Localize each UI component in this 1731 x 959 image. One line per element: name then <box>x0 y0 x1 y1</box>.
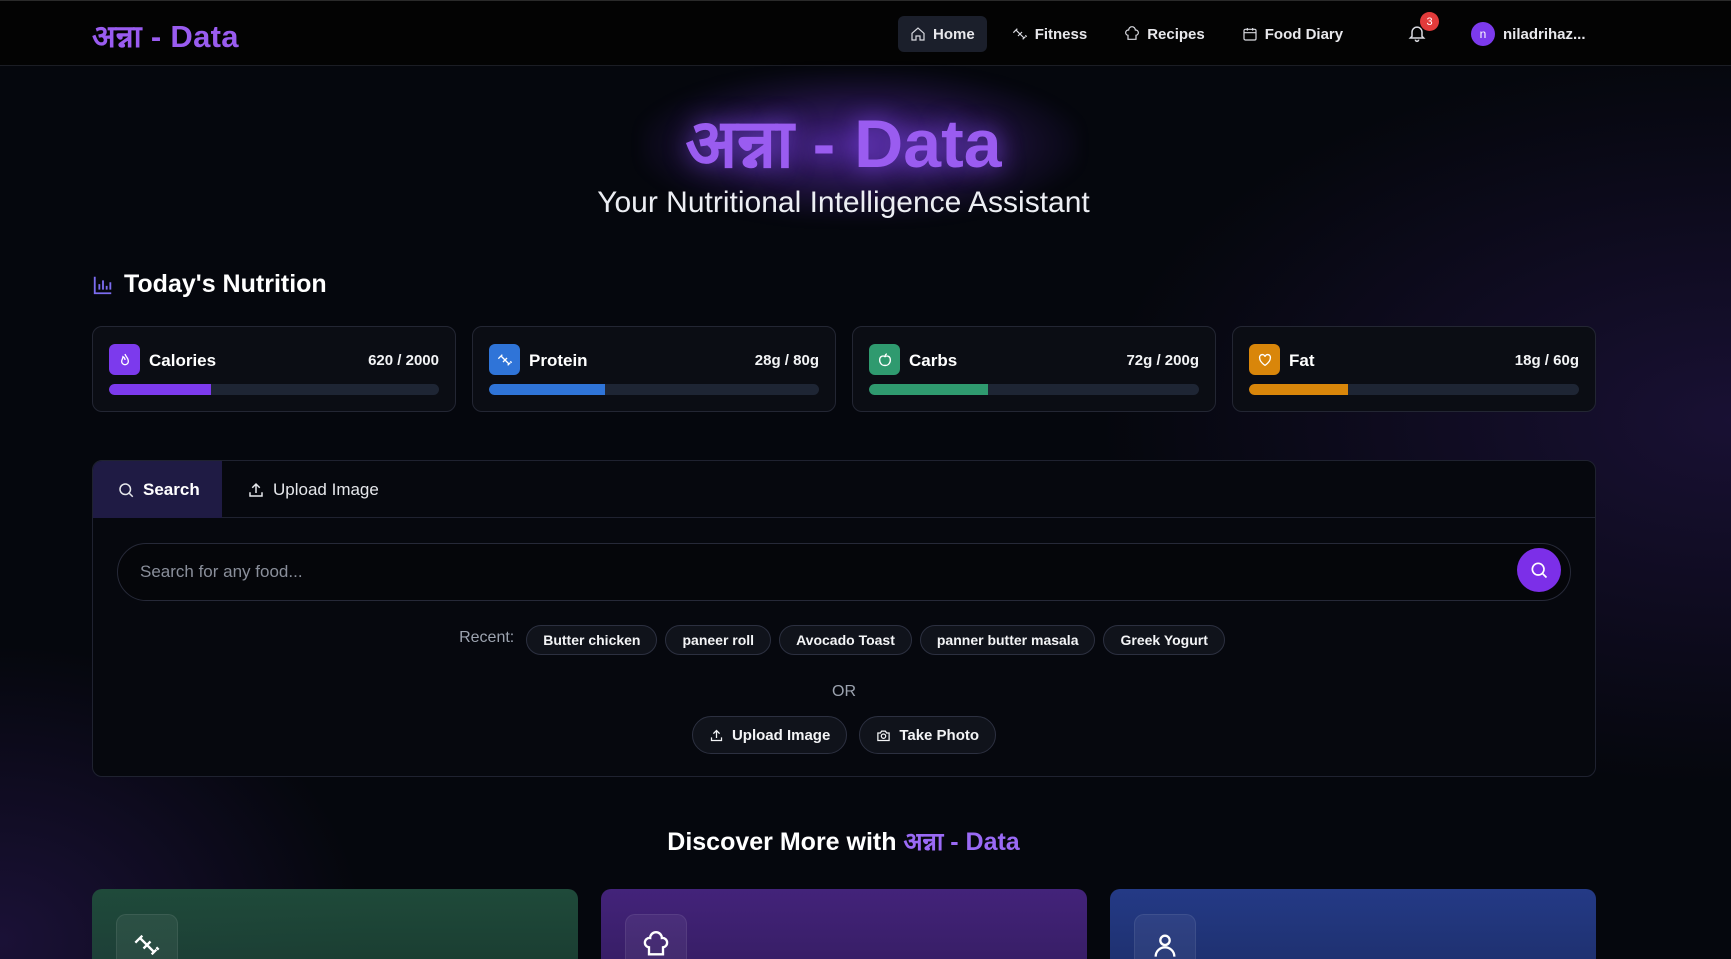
username: niladrihaz... <box>1503 25 1586 43</box>
progress-fill <box>869 384 988 395</box>
protein-icon-box <box>489 344 520 375</box>
take-photo-button[interactable]: Take Photo <box>859 716 997 754</box>
dumbbell-icon <box>497 353 512 366</box>
tab-label: Search <box>143 479 200 499</box>
fat-icon-box <box>1249 344 1280 375</box>
recent-chip[interactable]: paneer roll <box>665 625 772 655</box>
recent-chip[interactable]: Butter chicken <box>526 625 658 655</box>
discover-title-accent: अन्ना - Data <box>903 828 1020 856</box>
recent-label: Recent: <box>459 629 515 646</box>
feature-card-profile[interactable] <box>1110 889 1596 959</box>
nutrition-card-fat: Fat 18g / 60g <box>1232 326 1596 412</box>
button-label: Upload Image <box>731 726 831 744</box>
nutrient-name: Protein <box>529 351 588 370</box>
bar-chart-icon <box>93 276 112 294</box>
nutrient-value: 28g / 80g <box>754 352 819 369</box>
calendar-icon <box>1243 28 1257 41</box>
dumbbell-icon <box>1012 28 1027 40</box>
recent-searches: Recent: Butter chicken paneer roll Avoca… <box>93 625 1595 655</box>
nav-item-label: Home <box>933 25 975 43</box>
progress-track <box>1249 384 1579 395</box>
top-navbar: अन्ना - Data Home Fitness Recipes Food D… <box>0 0 1731 66</box>
nutrient-name: Calories <box>149 351 217 370</box>
nutrition-card-calories: Calories 620 / 2000 <box>92 326 456 412</box>
search-input[interactable] <box>140 544 1480 600</box>
progress-fill <box>489 384 605 395</box>
progress-track <box>869 384 1199 395</box>
nav-item-label: Food Diary <box>1264 25 1344 43</box>
feature-card-fitness[interactable] <box>92 889 578 959</box>
upload-image-button[interactable]: Upload Image <box>691 716 848 754</box>
nav-item-fitness[interactable]: Fitness <box>1000 16 1100 52</box>
tab-upload-image[interactable]: Upload Image <box>247 461 379 518</box>
hero-title: अन्ना - Data <box>685 106 1002 182</box>
recent-chip[interactable]: panner butter masala <box>919 625 1096 655</box>
upload-icon <box>710 729 723 741</box>
nav-item-label: Recipes <box>1147 25 1205 43</box>
search-tabs: Search Upload Image <box>93 461 1595 518</box>
nutrient-name: Carbs <box>909 351 958 370</box>
progress-track <box>489 384 819 395</box>
button-label: Take Photo <box>899 726 980 744</box>
notification-count-badge: 3 <box>1420 12 1439 31</box>
progress-track <box>109 384 439 395</box>
feature-icon-box <box>116 914 178 959</box>
search-bar <box>117 543 1571 601</box>
discover-title-prefix: Discover More with <box>667 828 897 856</box>
nutrient-value: 72g / 200g <box>1126 352 1199 369</box>
progress-fill <box>1249 384 1348 395</box>
image-actions: Upload Image Take Photo <box>93 716 1595 754</box>
dumbbell-icon <box>134 934 160 956</box>
recent-chip[interactable]: Greek Yogurt <box>1103 625 1225 655</box>
nav-menu: Home Fitness Recipes Food Diary <box>898 16 1368 52</box>
food-search-panel: Search Upload Image Recent: Butter chick… <box>92 460 1596 777</box>
feature-icon-box <box>625 914 687 959</box>
feature-icon-box <box>1134 914 1196 959</box>
progress-fill <box>109 384 212 395</box>
camera-icon <box>877 730 891 741</box>
tab-search[interactable]: Search <box>93 461 222 518</box>
section-title-text: Today's Nutrition <box>124 270 327 298</box>
home-icon <box>911 27 925 41</box>
nav-item-home[interactable]: Home <box>898 16 987 52</box>
calories-icon-box <box>109 344 140 375</box>
or-divider: OR <box>832 683 856 700</box>
recent-chip[interactable]: Avocado Toast <box>779 625 912 655</box>
user-icon <box>1154 934 1176 957</box>
nutrient-value: 620 / 2000 <box>368 352 439 369</box>
apple-icon <box>878 352 891 366</box>
nutrition-card-protein: Protein 28g / 80g <box>472 326 836 412</box>
app-logo[interactable]: अन्ना - Data <box>92 15 239 57</box>
carbs-icon-box <box>869 344 900 375</box>
chef-hat-icon <box>1125 26 1140 40</box>
discover-heading: Discover More with अन्ना - Data <box>0 824 1687 858</box>
chef-hat-icon <box>643 931 669 956</box>
nutrition-card-carbs: Carbs 72g / 200g <box>852 326 1216 412</box>
nutrition-section-title: Today's Nutrition <box>92 270 327 299</box>
search-submit-button[interactable] <box>1517 548 1561 592</box>
search-icon <box>1531 562 1548 579</box>
nav-item-food-diary[interactable]: Food Diary <box>1230 16 1355 52</box>
hero-subtitle: Your Nutritional Intelligence Assistant <box>597 186 1090 219</box>
heart-icon <box>1258 353 1271 366</box>
nutrition-cards: Calories 620 / 2000 Protein 28g / 80g Ca… <box>92 326 1596 412</box>
feature-card-recipes[interactable] <box>601 889 1087 959</box>
nav-item-recipes[interactable]: Recipes <box>1112 16 1217 52</box>
search-icon <box>119 482 134 497</box>
flame-icon <box>120 353 129 365</box>
nutrient-name: Fat <box>1289 351 1315 370</box>
nutrient-value: 18g / 60g <box>1514 352 1579 369</box>
tab-label: Upload Image <box>273 479 379 499</box>
nav-item-label: Fitness <box>1034 25 1088 43</box>
user-menu[interactable]: n niladrihaz... <box>1471 22 1586 46</box>
avatar: n <box>1471 22 1495 46</box>
upload-icon <box>249 482 263 497</box>
